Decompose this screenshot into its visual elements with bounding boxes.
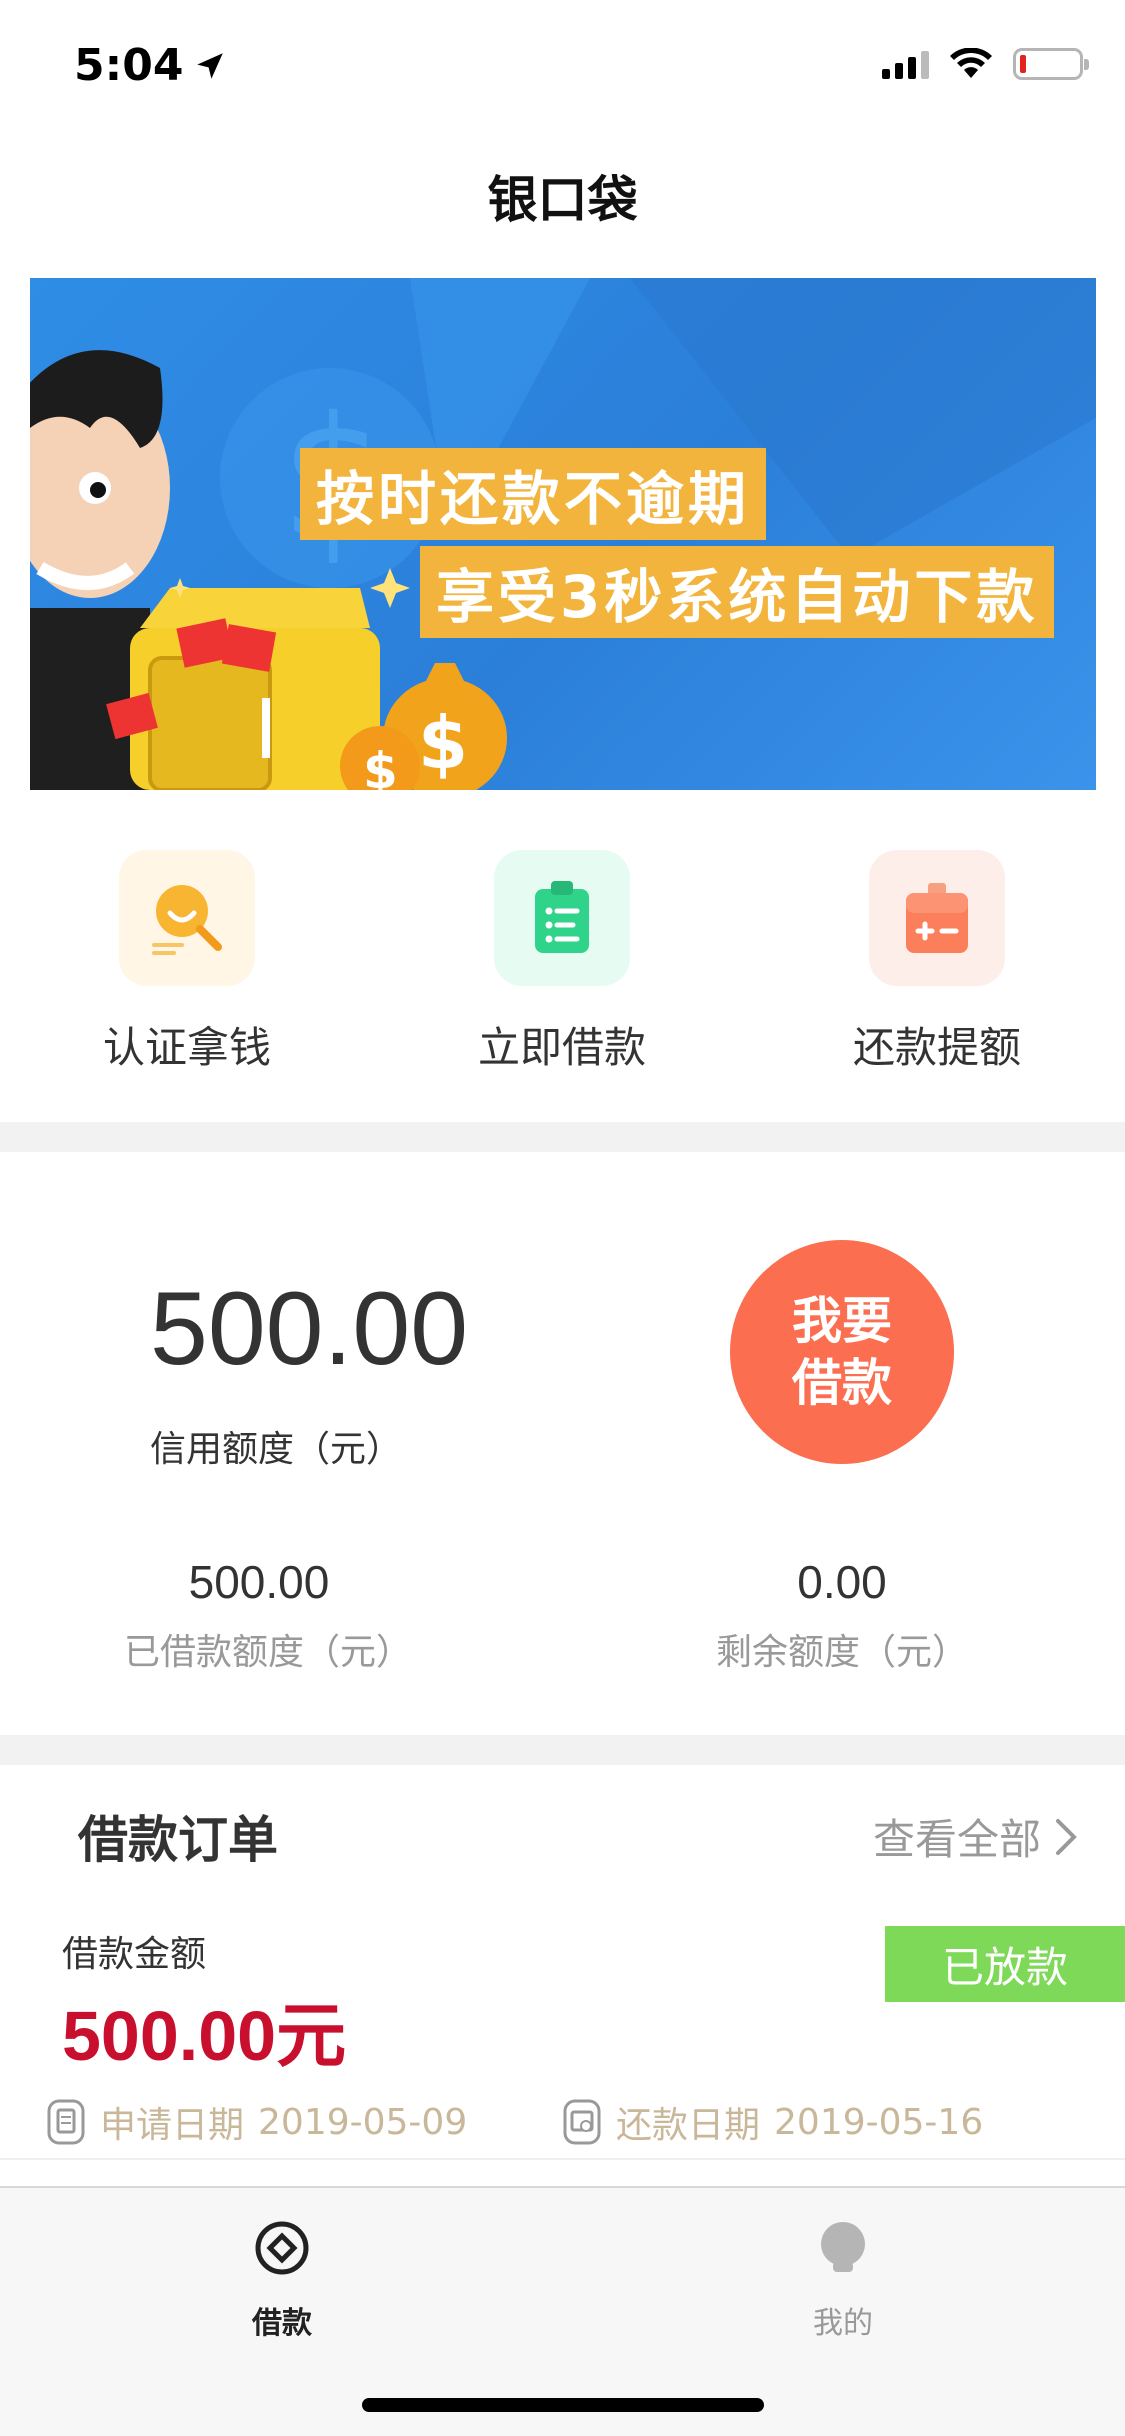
status-icons — [882, 48, 1089, 80]
home-indicator — [362, 2398, 764, 2412]
orders-title: 借款订单 — [78, 1811, 278, 1869]
banner-line-2: 享受3秒系统自动下款 — [420, 546, 1055, 638]
order-divider — [0, 2158, 1125, 2160]
repay-date-value: 2019-05-16 — [774, 2101, 984, 2143]
quick-menu: 认证拿钱 立即借款 还款提额 — [0, 850, 1125, 1090]
page-title: 银口袋 — [487, 171, 638, 229]
tab-label: 借款 — [252, 2306, 312, 2341]
calculator-icon — [869, 850, 1005, 986]
apply-date: 申请日期 2019-05-09 — [46, 2096, 467, 2148]
apply-date-label: 申请日期 — [100, 2105, 245, 2146]
tab-bar: 借款 我的 — [0, 2186, 1125, 2436]
quick-item-label: 还款提额 — [852, 1023, 1021, 1072]
signal-icon — [882, 49, 929, 79]
quick-item-label: 认证拿钱 — [102, 1023, 271, 1072]
borrow-button-line1: 我要 — [792, 1292, 892, 1350]
loan-icon — [255, 2221, 309, 2275]
clock-text: 5:04 — [74, 40, 184, 91]
credit-label: 信用额度（元） — [150, 1429, 403, 1470]
status-bar: 5:04 — [0, 0, 1125, 132]
battery-icon — [1013, 48, 1089, 80]
tab-loan[interactable]: 借款 — [182, 2218, 382, 2342]
banner-slogan: 按时还款不逾期 享受3秒系统自动下款 — [300, 448, 1096, 638]
remaining-label: 剩余额度（元） — [715, 1632, 968, 1673]
wallet-icon — [563, 2099, 601, 2145]
wifi-icon — [950, 48, 992, 78]
status-time: 5:04 — [74, 40, 227, 91]
banner-line-1: 按时还款不逾期 — [300, 448, 767, 540]
remaining-value: 0.00 — [797, 1556, 887, 1608]
borrowed-label: 已借款额度（元） — [124, 1632, 413, 1673]
quick-item-verify[interactable]: 认证拿钱 — [57, 850, 317, 1075]
quick-item-label: 立即借款 — [477, 1023, 646, 1072]
svg-text:$: $ — [418, 701, 468, 785]
location-arrow-icon — [197, 52, 224, 79]
borrowed-value: 500.00 — [188, 1556, 330, 1608]
quick-item-repay[interactable]: 还款提额 — [807, 850, 1067, 1075]
section-divider — [0, 1735, 1125, 1765]
svg-text:$: $ — [363, 742, 398, 790]
order-amount-label: 借款金额 — [62, 1934, 207, 1975]
clipboard-icon — [494, 850, 630, 986]
profile-icon — [821, 2222, 865, 2272]
section-divider — [0, 1122, 1125, 1152]
borrowed-stat: 500.00 已借款额度（元） — [124, 1555, 413, 1675]
repay-date-label: 还款日期 — [616, 2105, 761, 2146]
repay-date: 还款日期 2019-05-16 — [562, 2096, 983, 2148]
borrow-button-line2: 借款 — [792, 1354, 892, 1412]
view-all-label: 查看全部 — [872, 1815, 1041, 1864]
quick-item-borrow[interactable]: 立即借款 — [432, 850, 692, 1075]
tab-profile[interactable]: 我的 — [743, 2218, 943, 2342]
tab-label: 我的 — [813, 2306, 873, 2341]
chevron-right-icon — [1056, 1818, 1077, 1855]
apply-date-value: 2019-05-09 — [258, 2101, 468, 2143]
promo-banner[interactable]: $ $ $ 按时还款不逾期 享受3秒系统自动下款 — [30, 278, 1096, 790]
view-all-link[interactable]: 查看全部 — [873, 1806, 1079, 1867]
borrow-button[interactable]: 我要 借款 — [730, 1240, 954, 1464]
order-status-badge: 已放款 — [885, 1926, 1125, 2002]
remaining-stat: 0.00 剩余额度（元） — [712, 1555, 972, 1675]
credit-amount: 500.00 — [150, 1271, 469, 1387]
order-amount: 500.00元 — [62, 1997, 347, 2075]
document-icon — [47, 2099, 85, 2145]
search-face-icon — [119, 850, 255, 986]
